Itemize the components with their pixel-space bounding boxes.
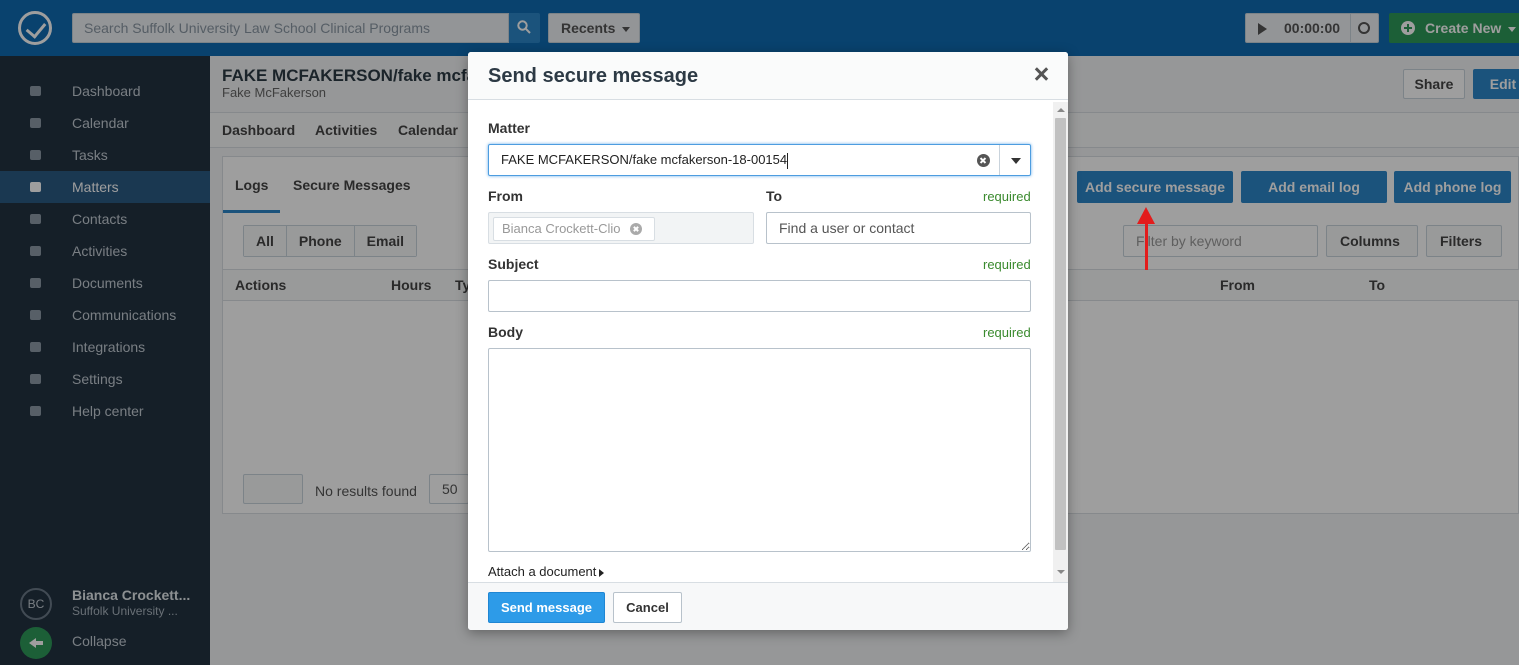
annotation-arrow-shaft bbox=[1145, 222, 1148, 270]
attach-document-link[interactable]: Attach a document bbox=[488, 564, 605, 579]
cancel-button[interactable]: Cancel bbox=[613, 592, 682, 623]
clear-icon[interactable] bbox=[977, 154, 990, 167]
body-textarea[interactable] bbox=[488, 348, 1031, 552]
matter-label: Matter bbox=[488, 120, 531, 136]
to-required-hint: required bbox=[983, 189, 1031, 204]
subject-required-hint: required bbox=[983, 257, 1031, 272]
dialog-header: Send secure message bbox=[468, 52, 1068, 100]
from-field: Bianca Crockett-Clio bbox=[488, 212, 754, 244]
scroll-up-icon[interactable] bbox=[1057, 108, 1065, 112]
remove-tag-icon bbox=[630, 223, 642, 235]
scroll-down-icon[interactable] bbox=[1057, 570, 1065, 574]
body-label: Body bbox=[488, 324, 523, 340]
from-label: From bbox=[488, 188, 523, 204]
subject-label: Subject bbox=[488, 256, 539, 272]
matter-value-text: FAKE MCFAKERSON/fake mcfakerson-18-00154 bbox=[501, 152, 788, 167]
matter-select[interactable]: FAKE MCFAKERSON/fake mcfakerson-18-00154 bbox=[488, 144, 1031, 176]
to-field[interactable] bbox=[766, 212, 1031, 244]
attach-document-label: Attach a document bbox=[488, 564, 597, 579]
from-tag-label: Bianca Crockett-Clio bbox=[502, 221, 621, 236]
dialog-footer: Send message Cancel bbox=[468, 582, 1068, 630]
matter-select-value: FAKE MCFAKERSON/fake mcfakerson-18-00154 bbox=[501, 145, 789, 175]
subject-input[interactable] bbox=[488, 280, 1031, 312]
send-secure-message-dialog: Send secure message Matter FAKE MCFAKERS… bbox=[468, 52, 1068, 630]
body-required-hint: required bbox=[983, 325, 1031, 340]
dialog-title: Send secure message bbox=[488, 65, 699, 87]
close-icon[interactable] bbox=[1031, 64, 1051, 84]
dialog-scrollbar[interactable] bbox=[1053, 102, 1068, 582]
send-message-button[interactable]: Send message bbox=[488, 592, 605, 623]
to-label: To bbox=[766, 188, 783, 204]
scroll-thumb[interactable] bbox=[1055, 118, 1066, 550]
select-divider bbox=[999, 145, 1000, 175]
text-cursor bbox=[787, 152, 789, 169]
from-tag: Bianca Crockett-Clio bbox=[493, 217, 655, 241]
chevron-down-icon[interactable] bbox=[1011, 158, 1021, 164]
caret-right-icon bbox=[599, 568, 605, 577]
